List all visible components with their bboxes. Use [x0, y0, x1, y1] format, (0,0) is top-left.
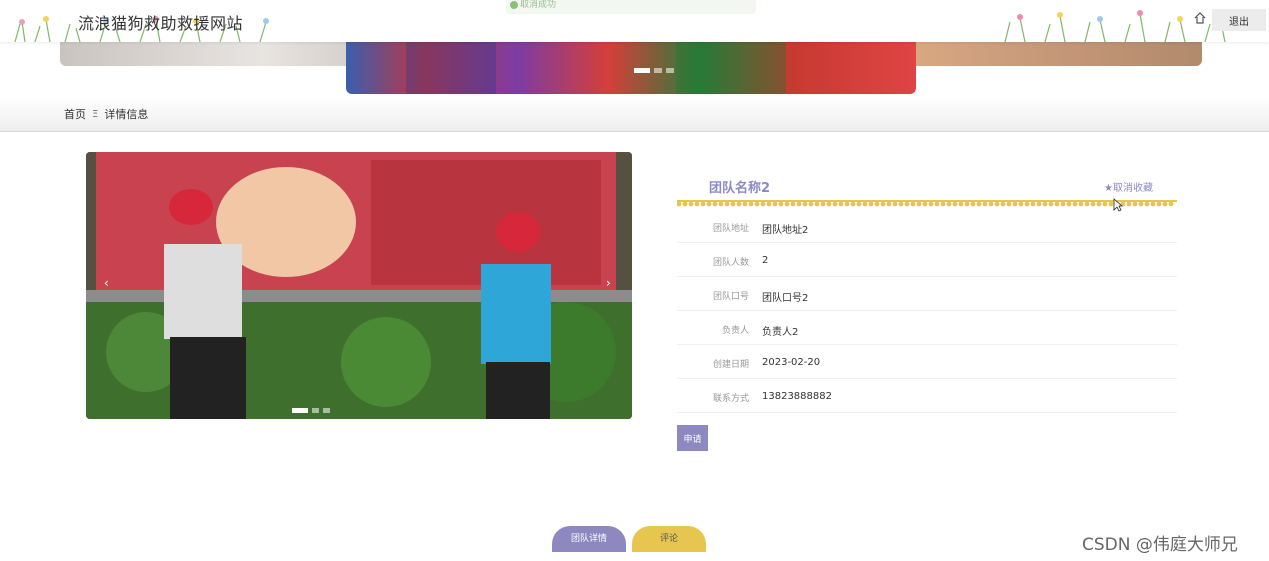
breadcrumb-separator: Ξ: [92, 108, 99, 120]
unfavorite-button[interactable]: ★取消收藏: [1104, 179, 1153, 194]
banner-carousel: [60, 42, 1202, 96]
toast-message: 取消成功: [506, 0, 756, 14]
watermark: CSDN @伟庭大师兄: [1082, 535, 1238, 555]
next-arrow-icon[interactable]: ›: [606, 276, 611, 290]
success-icon: [510, 1, 518, 9]
breadcrumb: 首页 Ξ 详情信息: [64, 106, 148, 122]
top-header: 流浪猫狗救助救援网站 取消成功 退出: [0, 0, 1269, 42]
breadcrumb-bar: 首页 Ξ 详情信息: [0, 97, 1269, 132]
field-value: 2: [762, 255, 769, 266]
field-label: 团队地址: [712, 224, 749, 234]
banner-main-image: [346, 42, 916, 94]
field-value: 团队地址2: [762, 225, 809, 236]
decorative-lace-divider: [677, 200, 1177, 207]
team-name: 团队名称2: [709, 181, 771, 196]
photo-indicators[interactable]: [292, 408, 330, 413]
banner-side-image-left: [60, 42, 350, 66]
field-label: 联系方式: [712, 394, 749, 404]
banner-indicators[interactable]: [634, 68, 674, 73]
field-row-members: 团队人数 2: [677, 242, 1177, 277]
tab-comments[interactable]: 评论: [632, 526, 706, 552]
field-row-created-date: 创建日期 2023-02-20: [677, 344, 1177, 379]
logout-button[interactable]: 退出: [1212, 9, 1266, 31]
prev-arrow-icon[interactable]: ‹: [104, 276, 109, 290]
home-icon[interactable]: [1194, 12, 1206, 24]
field-row-leader: 负责人 负责人2: [677, 310, 1177, 345]
detail-photo: [86, 152, 632, 419]
detail-image-carousel[interactable]: ‹ ›: [86, 152, 632, 419]
banner-side-image-right: [915, 42, 1202, 66]
field-label: 创建日期: [712, 360, 749, 370]
breadcrumb-current: 详情信息: [104, 108, 149, 121]
field-value: 团队口号2: [762, 293, 809, 304]
field-value: 13823888882: [762, 391, 832, 402]
apply-button[interactable]: 申请: [677, 425, 708, 451]
field-label: 团队人数: [712, 258, 749, 268]
field-row-address: 团队地址 团队地址2: [677, 208, 1177, 243]
field-row-contact: 联系方式 13823888882: [677, 378, 1177, 413]
tab-team-details[interactable]: 团队详情: [552, 526, 626, 552]
field-row-slogan: 团队口号 团队口号2: [677, 276, 1177, 311]
mouse-cursor-icon: [1113, 198, 1123, 212]
field-label: 团队口号: [712, 292, 749, 302]
field-value: 负责人2: [762, 327, 799, 338]
field-value: 2023-02-20: [762, 357, 821, 368]
field-label: 负责人: [721, 326, 749, 336]
site-title: 流浪猫狗救助救援网站: [78, 14, 244, 33]
breadcrumb-home[interactable]: 首页: [64, 106, 86, 122]
toast-text: 取消成功: [520, 0, 557, 10]
